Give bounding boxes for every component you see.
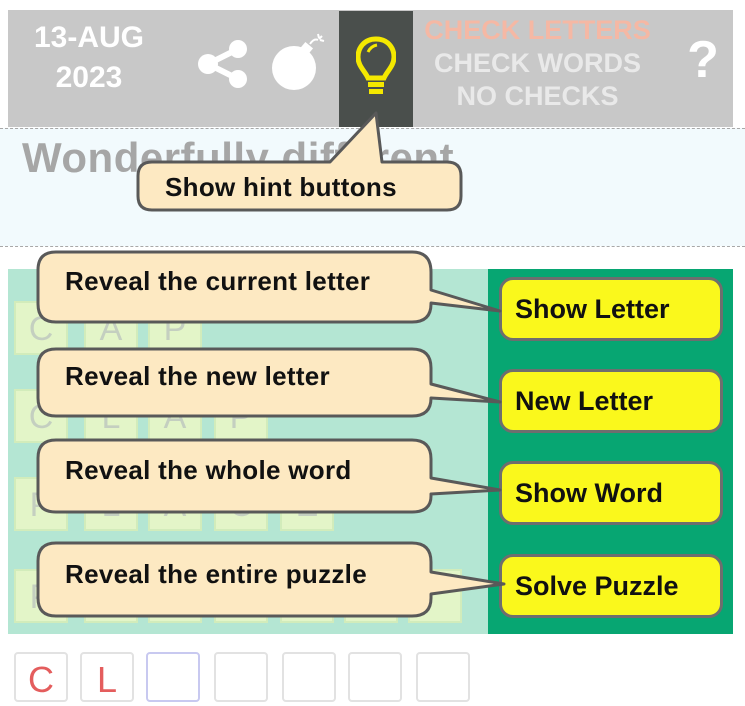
hint-callout-label: Show hint buttons <box>165 172 397 202</box>
solve-puzzle-callout-label: Reveal the entire puzzle <box>65 559 367 589</box>
show-letter-callout-label: Reveal the current letter <box>65 266 371 296</box>
new-letter-callout-label: Reveal the new letter <box>65 361 330 391</box>
show-word-callout-label: Reveal the whole word <box>65 455 352 485</box>
